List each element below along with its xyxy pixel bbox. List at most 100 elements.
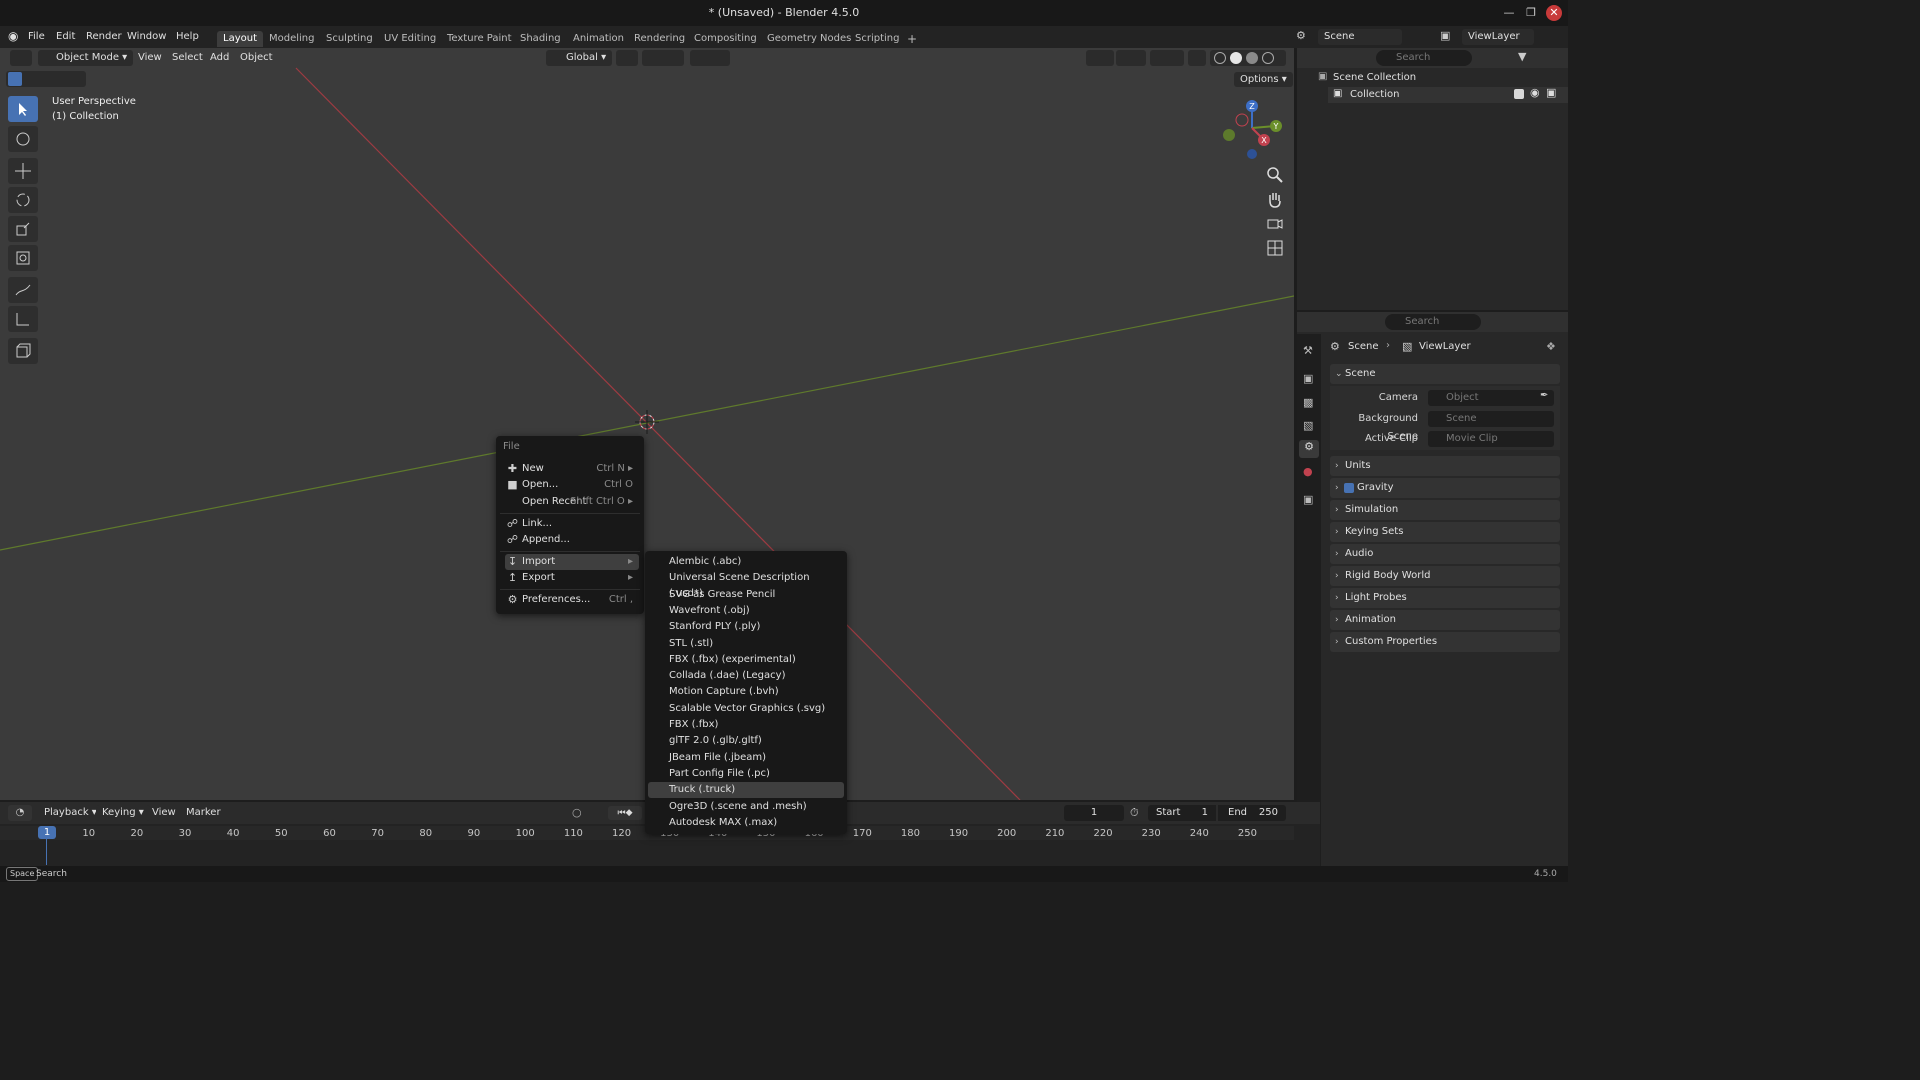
import-item[interactable]: Stanford PLY (.ply) [648,619,844,635]
auto-key-icon[interactable]: ○ [572,806,582,819]
tab-shading[interactable]: Shading [514,31,567,47]
solid-shading-icon[interactable] [1230,52,1242,64]
select-new-icon[interactable] [8,72,22,86]
render-camera-icon[interactable]: ▣ [1546,86,1556,99]
properties-search-input[interactable]: Search [1385,314,1481,330]
tab-modeling[interactable]: Modeling [263,31,321,47]
tab-rendering[interactable]: Rendering [628,31,691,47]
tab-animation[interactable]: Animation [567,31,630,47]
import-item[interactable]: JBeam File (.jbeam) [648,750,844,766]
scale-tool[interactable] [8,216,38,242]
collection-tab-icon[interactable]: ▣ [1303,493,1313,506]
select-box-modes[interactable] [6,71,86,87]
scene-icon[interactable]: ⚙ [1296,29,1316,45]
add-menu[interactable]: Add [210,50,229,66]
import-item[interactable]: glTF 2.0 (.glb/.gltf) [648,733,844,749]
options-dropdown[interactable]: Options ▾ [1234,72,1293,87]
menu-item-open-recent[interactable]: Open Recent Shift Ctrl O ▸ [505,494,639,510]
marker-menu[interactable]: Marker [186,805,221,821]
keying-menu[interactable]: Keying ▾ [96,805,150,821]
rotate-tool[interactable] [8,187,38,213]
tool-tab-icon[interactable]: ⚒ [1303,344,1313,357]
eyedropper-icon[interactable]: ✒ [1540,390,1548,401]
viewlayer-icon[interactable]: ▣ [1440,29,1460,45]
annotate-tool[interactable] [8,277,38,303]
minimize-icon[interactable]: — [1500,4,1518,22]
add-workspace-button[interactable]: + [901,31,923,47]
camera-field[interactable]: Object [1428,390,1554,406]
select-tool[interactable] [8,96,38,122]
menu-item-open[interactable]: ■ Open... Ctrl O [505,477,639,493]
measure-tool[interactable] [8,306,38,332]
playhead[interactable]: 1 [38,826,56,839]
start-frame-field[interactable]: Start 1 [1148,805,1216,821]
proportional-edit-icon[interactable] [690,50,730,66]
tab-uv-editing[interactable]: UV Editing [378,31,442,47]
import-item[interactable]: Collada (.dae) (Legacy) [648,668,844,684]
import-item[interactable]: Ogre3D (.scene and .mesh) [648,799,844,815]
import-item[interactable]: Alembic (.abc) [648,554,844,570]
menu-item-append[interactable]: ☍ Append... [505,532,639,548]
current-frame-field[interactable]: 1 [1064,805,1124,821]
collection-checkbox[interactable] [1514,89,1524,99]
eye-icon[interactable]: ◉ [1530,86,1540,99]
wireframe-shading-icon[interactable] [1214,52,1226,64]
object-menu[interactable]: Object [240,50,273,66]
menu-item-link[interactable]: ☍ Link... [505,516,639,532]
xray-icon[interactable] [1188,50,1206,66]
tab-texture-paint[interactable]: Texture Paint [441,31,518,47]
overlay-toggle-icon[interactable] [1150,50,1184,66]
menu-edit[interactable]: Edit [56,28,75,46]
mode-dropdown[interactable]: Object Mode ▾ [38,50,134,66]
view-menu[interactable]: View [138,50,162,66]
pivot-icon[interactable] [616,50,638,66]
move-tool[interactable] [8,158,38,184]
menu-window[interactable]: Window [127,28,166,46]
tab-scripting[interactable]: Scripting [849,31,905,47]
import-item[interactable]: Motion Capture (.bvh) [648,684,844,700]
navigation-gizmo[interactable]: Z Y X [1218,96,1290,162]
maximize-icon[interactable]: ❐ [1522,4,1540,22]
menu-item-import[interactable]: ↧ Import ▸ [505,554,639,570]
gravity-checkbox[interactable] [1344,483,1354,493]
jump-start-icon[interactable]: ⏮◆ [608,806,642,820]
import-item[interactable]: Part Config File (.pc) [648,766,844,782]
outliner-search-input[interactable]: Search [1376,50,1472,66]
visibility-icon[interactable] [1086,50,1114,66]
shading-modes[interactable] [1210,50,1286,66]
background-scene-field[interactable]: Scene [1428,411,1554,427]
import-item[interactable]: Universal Scene Description (.usd*) [648,570,844,599]
import-item[interactable]: Truck (.truck) [648,782,844,799]
cursor-tool[interactable] [8,126,38,152]
collection-label[interactable]: Collection [1350,88,1399,102]
world-tab-icon[interactable]: ● [1303,465,1313,478]
pin-icon[interactable]: ❖ [1546,340,1556,353]
editor-type-icon[interactable] [10,50,32,66]
menu-file[interactable]: File [28,28,45,46]
menu-item-preferences[interactable]: ⚙ Preferences... Ctrl , [505,592,639,608]
add-cube-tool[interactable] [8,338,38,364]
ortho-grid-icon[interactable] [1264,237,1286,259]
scene-collection-label[interactable]: Scene Collection [1333,71,1416,85]
render-tab-icon[interactable]: ▣ [1303,372,1313,385]
menu-item-new[interactable]: ✚ New Ctrl N ▸ [505,461,639,477]
material-shading-icon[interactable] [1246,52,1258,64]
active-clip-field[interactable]: Movie Clip [1428,431,1554,447]
menu-render[interactable]: Render [86,28,122,46]
zoom-icon[interactable] [1264,164,1286,186]
import-item[interactable]: STL (.stl) [648,636,844,652]
scene-name-field[interactable]: Scene [1318,29,1402,45]
timeline-editor-type-icon[interactable]: ◔ [8,805,32,821]
import-item[interactable]: SVG as Grease Pencil [648,587,844,603]
viewlayer-tab-icon[interactable]: ▧ [1303,419,1313,432]
select-menu[interactable]: Select [172,50,203,66]
tab-sculpting[interactable]: Sculpting [320,31,379,47]
close-icon[interactable]: ✕ [1546,5,1562,21]
import-item[interactable]: FBX (.fbx) (experimental) [648,652,844,668]
snap-icon[interactable] [642,50,684,66]
blender-logo-icon[interactable]: ◉ [8,29,22,43]
tab-compositing[interactable]: Compositing [688,31,763,47]
orientation-dropdown[interactable]: Global ▾ [546,50,613,66]
tab-layout[interactable]: Layout [217,31,263,47]
menu-item-export[interactable]: ↥ Export ▸ [505,570,639,586]
